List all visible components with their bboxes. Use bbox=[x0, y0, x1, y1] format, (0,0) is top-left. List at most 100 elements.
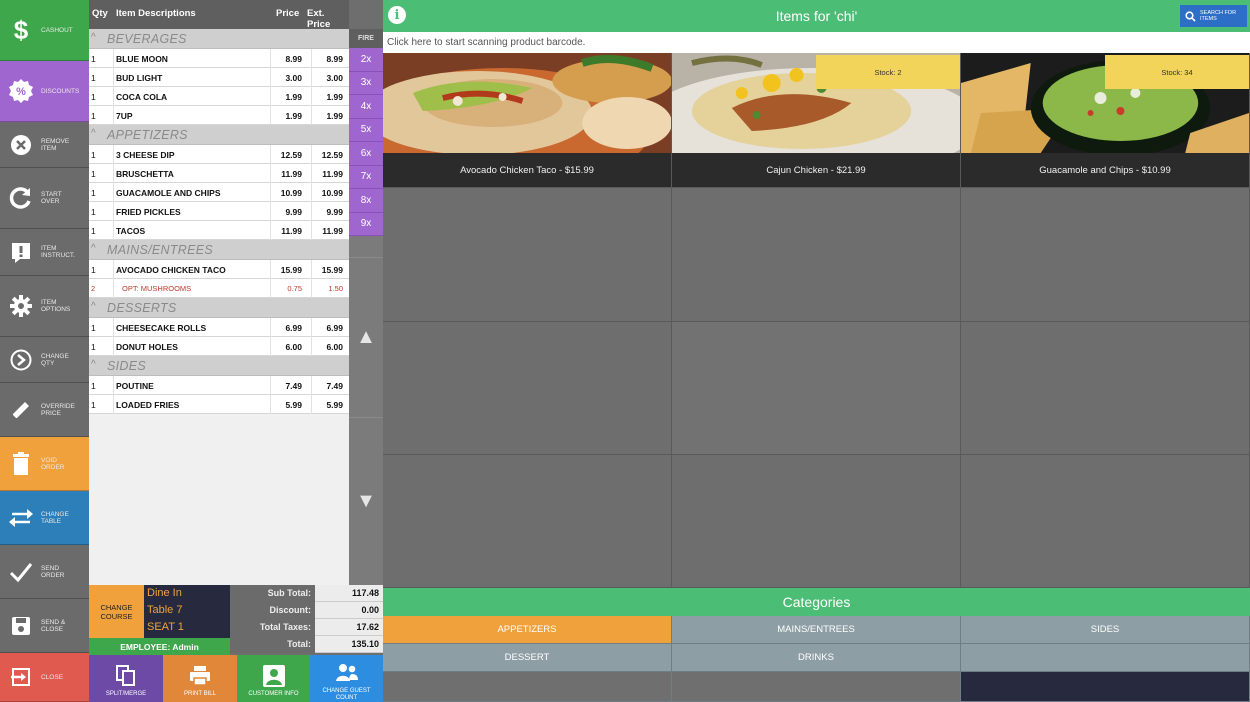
qty-multiplier-button[interactable]: 3x bbox=[349, 71, 383, 95]
product-tile[interactable]: Avocado Chicken Taco - $15.99 bbox=[383, 53, 672, 188]
collapse-caret-icon[interactable]: ^ bbox=[91, 32, 96, 43]
category-drinks[interactable]: DRINKS bbox=[672, 644, 961, 672]
qty-multiplier-button[interactable]: 9x bbox=[349, 212, 383, 236]
order-item-row[interactable]: 1 POUTINE 7.49 7.49 bbox=[89, 376, 349, 395]
info-icon[interactable]: i bbox=[388, 6, 406, 24]
order-category-name: APPETIZERS bbox=[107, 128, 188, 142]
order-item-row[interactable]: 1 BUD LIGHT 3.00 3.00 bbox=[89, 68, 349, 87]
order-item-ext: 6.00 bbox=[326, 342, 343, 352]
send-order-button[interactable]: SEND ORDER bbox=[0, 545, 89, 599]
empty-product-slot[interactable] bbox=[961, 188, 1250, 322]
product-tile[interactable]: Stock: 2 Cajun Chicken - $21.99 bbox=[672, 53, 961, 188]
order-option-row[interactable]: 2 OPT: MUSHROOMS 0.75 1.50 bbox=[89, 279, 349, 298]
order-category-header[interactable]: ^ BEVERAGES bbox=[89, 29, 349, 49]
void-order-button[interactable]: VOID ORDER bbox=[0, 437, 89, 491]
taxes-value: 17.62 bbox=[315, 619, 383, 636]
column-divider bbox=[311, 68, 312, 87]
order-item-row[interactable]: 1 FRIED PICKLES 9.99 9.99 bbox=[89, 202, 349, 221]
order-item-row[interactable]: 1 DONUT HOLES 6.00 6.00 bbox=[89, 337, 349, 356]
split-merge-button[interactable]: SPLIT/MERGE bbox=[89, 655, 163, 702]
empty-product-slot[interactable] bbox=[672, 322, 961, 455]
start-over-button[interactable]: START OVER bbox=[0, 168, 89, 229]
empty-product-slot[interactable] bbox=[383, 188, 672, 322]
order-item-row[interactable]: 1 AVOCADO CHICKEN TACO 15.99 15.99 bbox=[89, 260, 349, 279]
category-slot-blank[interactable] bbox=[961, 672, 1250, 702]
column-divider bbox=[270, 87, 271, 106]
bottom-button-label: CHANGE GUEST COUNT bbox=[322, 688, 371, 701]
collapse-caret-icon[interactable]: ^ bbox=[91, 359, 96, 370]
order-item-qty: 1 bbox=[91, 226, 96, 236]
user-icon bbox=[262, 664, 286, 688]
order-item-row[interactable]: 1 GUACAMOLE AND CHIPS 10.99 10.99 bbox=[89, 183, 349, 202]
column-divider bbox=[270, 183, 271, 202]
empty-product-slot[interactable] bbox=[383, 322, 672, 455]
category-dessert[interactable]: DESSERT bbox=[383, 644, 672, 672]
collapse-caret-icon[interactable]: ^ bbox=[91, 128, 96, 139]
change-table-button[interactable]: CHANGE TABLE bbox=[0, 491, 89, 545]
order-category-header[interactable]: ^ DESSERTS bbox=[89, 298, 349, 318]
override-price-button[interactable]: OVERRIDE PRICE bbox=[0, 383, 89, 437]
qty-multiplier-button[interactable]: 5x bbox=[349, 118, 383, 142]
seat-label: SEAT 1 bbox=[147, 621, 184, 633]
item-instruct-button[interactable]: ITEM INSTRUCT. bbox=[0, 229, 89, 276]
category-sides[interactable]: SIDES bbox=[961, 616, 1250, 644]
qty-multiplier-button[interactable]: 6x bbox=[349, 142, 383, 166]
discounts-button[interactable]: % DISCOUNTS bbox=[0, 61, 89, 122]
order-item-row[interactable]: 1 COCA COLA 1.99 1.99 bbox=[89, 87, 349, 106]
subtotal-value: 117.48 bbox=[315, 585, 383, 602]
order-item-row[interactable]: 1 BRUSCHETTA 11.99 11.99 bbox=[89, 164, 349, 183]
cashout-button[interactable]: $ CASHOUT bbox=[0, 0, 89, 61]
print-bill-button[interactable]: PRINT BILL bbox=[163, 655, 237, 702]
fire-button[interactable]: FIRE bbox=[349, 29, 383, 48]
order-list[interactable]: ^ BEVERAGES 1 BLUE MOON 8.99 8.99 1 BUD LIGHT 3.… bbox=[89, 29, 349, 585]
column-divider bbox=[113, 202, 114, 221]
change-guest-count-button[interactable]: CHANGE GUEST COUNT bbox=[310, 655, 383, 702]
search-items-button[interactable]: SEARCH FOR ITEMS bbox=[1180, 5, 1247, 27]
empty-product-slot[interactable] bbox=[961, 455, 1250, 588]
save-icon bbox=[7, 612, 35, 640]
change-course-button[interactable]: CHANGE COURSE bbox=[89, 585, 144, 638]
category-appetizers[interactable]: APPETIZERS bbox=[383, 616, 672, 644]
category-mains-entrees[interactable]: MAINS/ENTREES bbox=[672, 616, 961, 644]
close-button[interactable]: CLOSE bbox=[0, 653, 89, 702]
category-slot-blank[interactable] bbox=[672, 672, 961, 702]
collapse-caret-icon[interactable]: ^ bbox=[91, 301, 96, 312]
discount-row: Discount: 0.00 bbox=[230, 602, 383, 619]
remove-item-button[interactable]: REMOVE ITEM bbox=[0, 122, 89, 168]
subtotal-row: Sub Total: 117.48 bbox=[230, 585, 383, 602]
scroll-up-button[interactable]: ▲ bbox=[349, 257, 383, 417]
collapse-caret-icon[interactable]: ^ bbox=[91, 243, 96, 254]
qty-multiplier-button[interactable]: 7x bbox=[349, 165, 383, 189]
order-item-row[interactable]: 1 3 CHEESE DIP 12.59 12.59 bbox=[89, 145, 349, 164]
order-item-ext: 9.99 bbox=[326, 207, 343, 217]
order-category-header[interactable]: ^ APPETIZERS bbox=[89, 125, 349, 145]
empty-product-slot[interactable] bbox=[672, 455, 961, 588]
order-item-row[interactable]: 1 CHEESECAKE ROLLS 6.99 6.99 bbox=[89, 318, 349, 337]
order-item-row[interactable]: 1 7UP 1.99 1.99 bbox=[89, 106, 349, 125]
category-slot-blank[interactable] bbox=[383, 672, 672, 702]
category-empty[interactable] bbox=[961, 644, 1250, 672]
order-item-desc: COCA COLA bbox=[116, 92, 168, 102]
empty-product-slot[interactable] bbox=[672, 188, 961, 322]
order-item-ext: 5.99 bbox=[326, 400, 343, 410]
qty-multiplier-button[interactable]: 2x bbox=[349, 48, 383, 72]
order-item-row[interactable]: 1 LOADED FRIES 5.99 5.99 bbox=[89, 395, 349, 414]
empty-product-slot[interactable] bbox=[383, 455, 672, 588]
qty-multiplier-button[interactable]: 4x bbox=[349, 95, 383, 119]
order-item-row[interactable]: 1 BLUE MOON 8.99 8.99 bbox=[89, 49, 349, 68]
order-category-header[interactable]: ^ MAINS/ENTREES bbox=[89, 240, 349, 260]
order-item-price: 5.99 bbox=[285, 400, 302, 410]
item-options-button[interactable]: ITEM OPTIONS bbox=[0, 276, 89, 337]
order-item-row[interactable]: 1 TACOS 11.99 11.99 bbox=[89, 221, 349, 240]
customer-info-button[interactable]: CUSTOMER INFO bbox=[237, 655, 310, 702]
order-item-price: 8.99 bbox=[285, 54, 302, 64]
sidebar-label: START OVER bbox=[41, 191, 62, 205]
empty-product-slot[interactable] bbox=[961, 322, 1250, 455]
product-tile[interactable]: Stock: 34 Guacamole and Chips - $10.99 bbox=[961, 53, 1250, 188]
change-qty-button[interactable]: CHANGE QTY bbox=[0, 337, 89, 383]
scroll-down-button[interactable]: ▼ bbox=[349, 417, 383, 585]
order-category-header[interactable]: ^ SIDES bbox=[89, 356, 349, 376]
qty-multiplier-button[interactable]: 8x bbox=[349, 189, 383, 213]
send-and-close-button[interactable]: SEND & CLOSE bbox=[0, 599, 89, 653]
barcode-scan-prompt[interactable]: Click here to start scanning product bar… bbox=[383, 32, 1250, 53]
